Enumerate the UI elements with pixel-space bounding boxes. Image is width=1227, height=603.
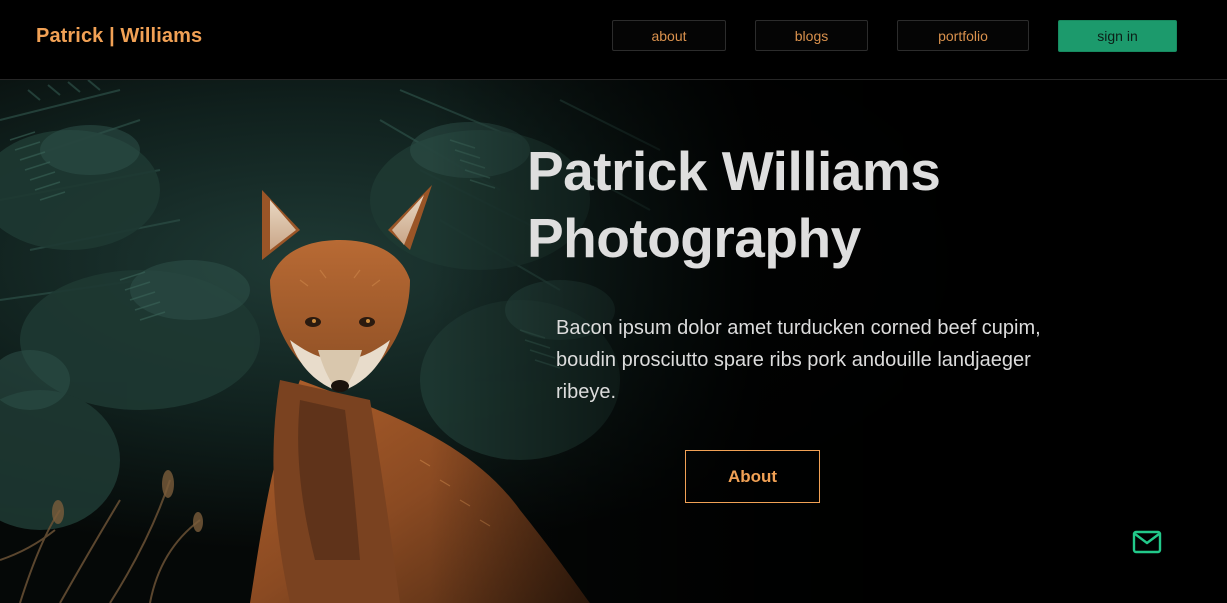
nav-about-button[interactable]: about	[612, 20, 726, 51]
hero-section: Patrick Williams Photography Bacon ipsum…	[0, 80, 1227, 603]
mail-button[interactable]	[1131, 528, 1163, 556]
hero-title-line-2: Photography	[527, 207, 861, 269]
nav-blogs-button[interactable]: blogs	[755, 20, 868, 51]
brand-logo[interactable]: Patrick | Williams	[36, 25, 202, 48]
page: Patrick | Williams about blogs portfolio…	[0, 0, 1227, 603]
nav-portfolio-button[interactable]: portfolio	[897, 20, 1029, 51]
about-cta-button[interactable]: About	[685, 450, 820, 503]
top-navbar: Patrick | Williams about blogs portfolio…	[0, 0, 1227, 80]
mail-icon	[1132, 530, 1162, 554]
hero-description: Bacon ipsum dolor amet turducken corned …	[556, 317, 1041, 403]
sign-in-button[interactable]: sign in	[1058, 20, 1177, 52]
hero-title: Patrick Williams Photography	[527, 138, 1047, 272]
hero-title-line-1: Patrick Williams	[527, 140, 941, 202]
